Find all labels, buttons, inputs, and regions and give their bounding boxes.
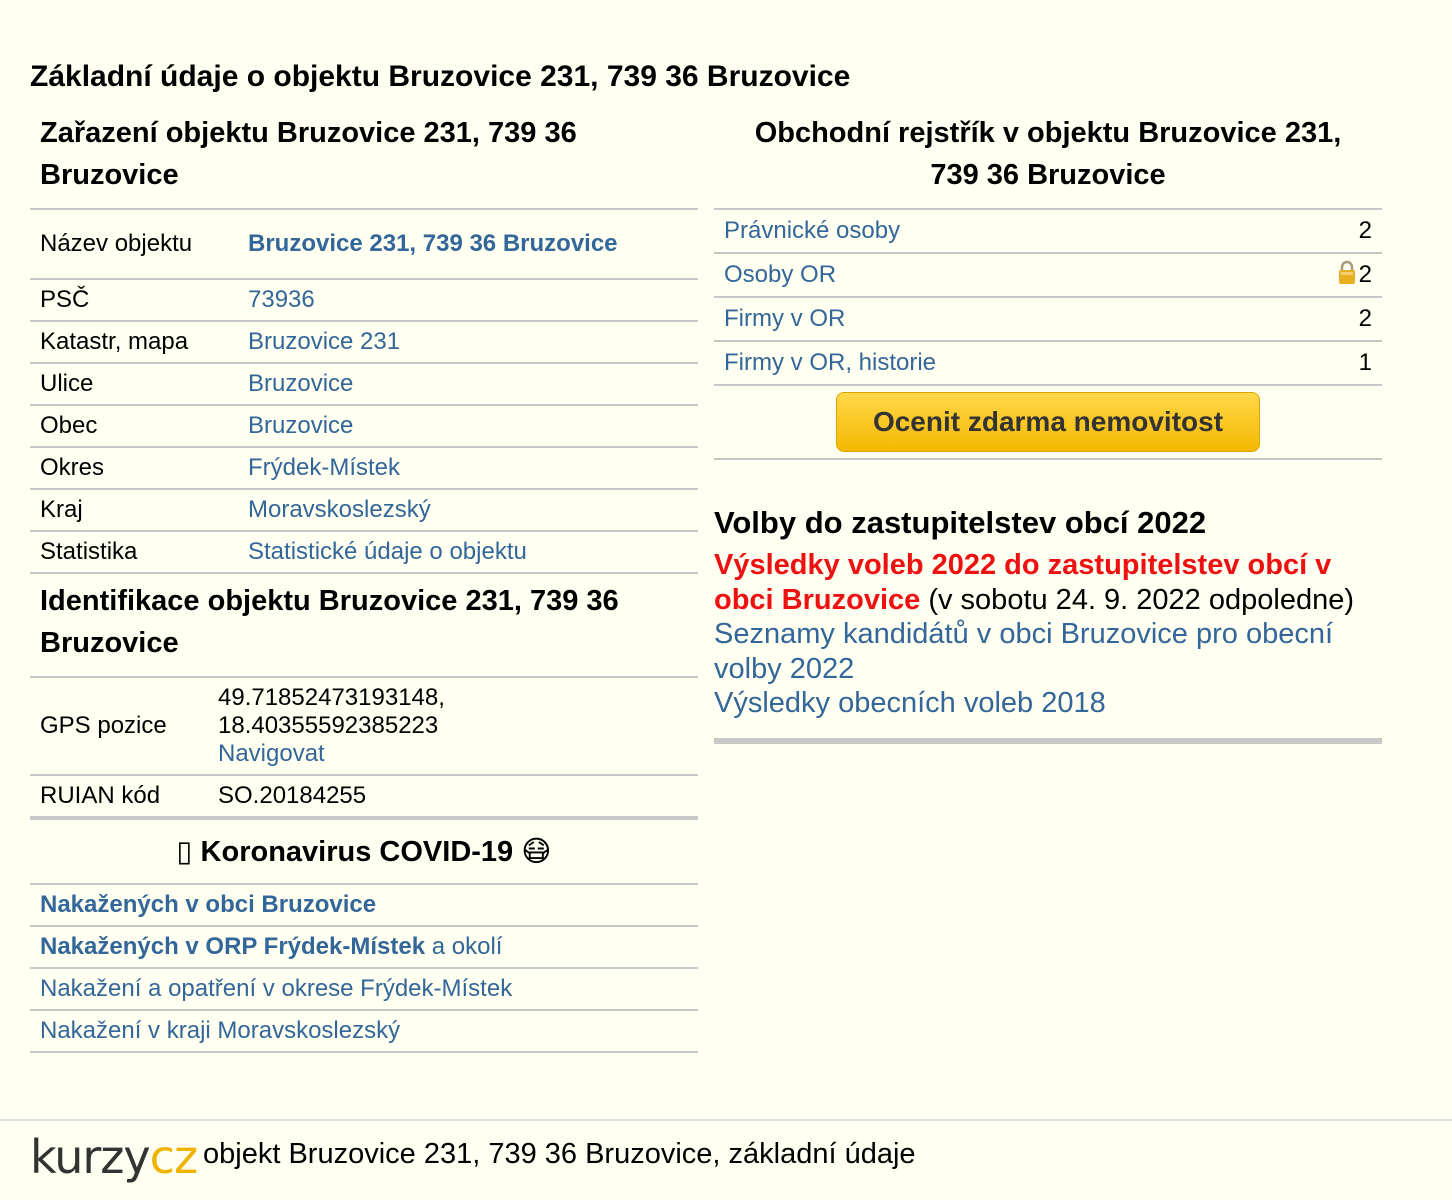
rejstrik-heading: Obchodní rejstřík v objektu Bruzovice 23… xyxy=(754,117,1342,191)
divider xyxy=(714,737,1382,744)
table-row: Firmy v OR, historie 1 xyxy=(714,340,1382,386)
psc-link[interactable]: 73936 xyxy=(248,286,315,313)
volby-section: Volby do zastupitelstev obcí 2022 Výsled… xyxy=(714,504,1382,744)
kraj-link[interactable]: Moravskoslezský xyxy=(248,496,431,523)
button-wrap: Ocenit zdarma nemovitost xyxy=(714,386,1382,460)
covid-heading-text: Koronavirus COVID-19 xyxy=(200,836,514,868)
row-key: Kraj xyxy=(30,488,238,531)
list-item: Nakažení v kraji Moravskoslezský xyxy=(30,1011,698,1053)
row-key: Okres xyxy=(30,446,238,489)
volby-result-paragraph: Výsledky voleb 2022 do zastupitelstev ob… xyxy=(714,548,1382,617)
covid-obec-link[interactable]: Nakažených v obci Bruzovice xyxy=(40,891,376,918)
volby-2018-paragraph: Výsledky obecních voleb 2018 xyxy=(714,686,1382,721)
row-count: 2 xyxy=(1282,296,1382,341)
covid-orp-suffix[interactable]: a okolí xyxy=(432,933,503,960)
table-row: Obec Bruzovice xyxy=(30,404,698,447)
osoby-or-link[interactable]: Osoby OR xyxy=(724,261,836,288)
gps-lat: 49.71852473193148, xyxy=(218,684,445,711)
covid-kraj-link[interactable]: Nakažení v kraji Moravskoslezský xyxy=(40,1017,400,1044)
table-row: Kraj Moravskoslezský xyxy=(30,488,698,531)
katastr-link[interactable]: Bruzovice 231 xyxy=(248,328,400,355)
row-key: Katastr, mapa xyxy=(30,320,238,363)
logo-part2: cz xyxy=(149,1130,198,1184)
row-key: Název objektu xyxy=(30,208,238,279)
identifikace-heading: Identifikace objektu Bruzovice 231, 739 … xyxy=(40,585,619,659)
row-count: 2 xyxy=(1358,260,1372,288)
logo-part1: kurzy xyxy=(30,1130,151,1184)
row-key: Obec xyxy=(30,404,238,447)
volby-candidates-paragraph: Seznamy kandidátů v obci Bruzovice pro o… xyxy=(714,617,1382,686)
ruian-value: SO.20184255 xyxy=(208,774,698,818)
table-row: GPS pozice 49.71852473193148, 18.4035559… xyxy=(30,676,698,775)
page-title: Základní údaje o objektu Bruzovice 231, … xyxy=(30,60,851,93)
row-key: Statistika xyxy=(30,530,238,574)
gps-label: GPS pozice xyxy=(30,676,208,775)
table-row: Osoby OR 2 xyxy=(714,252,1382,297)
object-name-link[interactable]: Bruzovice 231, 739 36 Bruzovice xyxy=(248,230,618,257)
row-count: 1 xyxy=(1282,340,1382,386)
volby-candidates-link[interactable]: Seznamy kandidátů v obci Bruzovice pro o… xyxy=(714,618,1333,685)
list-item: Nakažení a opatření v okrese Frýdek-Míst… xyxy=(30,969,698,1011)
table-row: RUIAN kód SO.20184255 xyxy=(30,774,698,818)
pravnicke-osoby-link[interactable]: Právnické osoby xyxy=(724,217,900,244)
face-mask-icon: 😷 xyxy=(521,834,552,868)
right-column: Obchodní rejstřík v objektu Bruzovice 23… xyxy=(714,112,1382,744)
navigate-link[interactable]: Navigovat xyxy=(218,740,325,767)
firmy-or-historie-link[interactable]: Firmy v OR, historie xyxy=(724,349,936,376)
covid-heading: ▯ Koronavirus COVID-19 😷 xyxy=(30,818,698,885)
table-row: PSČ 73936 xyxy=(30,278,698,321)
covid-orp-link[interactable]: Nakažených v ORP Frýdek-Místek xyxy=(40,933,425,960)
firmy-or-link[interactable]: Firmy v OR xyxy=(724,305,845,332)
left-column: Zařazení objektu Bruzovice 231, 739 36 B… xyxy=(30,112,698,1053)
table-row: Název objektu Bruzovice 231, 739 36 Bruz… xyxy=(30,208,698,279)
okres-link[interactable]: Frýdek-Místek xyxy=(248,454,400,481)
table-row: Právnické osoby 2 xyxy=(714,208,1382,253)
row-count: 2 xyxy=(1282,208,1382,253)
covid-okres-link[interactable]: Nakažení a opatření v okrese Frýdek-Míst… xyxy=(40,975,512,1002)
row-key: PSČ xyxy=(30,278,238,321)
kurzy-logo[interactable]: kurzycz xyxy=(30,1129,198,1185)
box-glyph-icon: ▯ xyxy=(176,836,193,868)
gps-lon: 18.40355592385223 xyxy=(218,712,439,739)
table-row: Firmy v OR 2 xyxy=(714,296,1382,341)
footer: kurzycz objekt Bruzovice 231, 739 36 Bru… xyxy=(0,1119,1452,1200)
footer-text: objekt Bruzovice 231, 739 36 Bruzovice, … xyxy=(203,1138,916,1170)
table-row: Ulice Bruzovice xyxy=(30,362,698,405)
volby-2018-results-link[interactable]: Výsledky obecních voleb 2018 xyxy=(714,687,1106,719)
ulice-link[interactable]: Bruzovice xyxy=(248,370,353,397)
obec-link[interactable]: Bruzovice xyxy=(248,412,353,439)
lock-icon xyxy=(1337,259,1357,292)
ruian-label: RUIAN kód xyxy=(30,774,208,818)
table-row: Statistika Statistické údaje o objektu xyxy=(30,530,698,574)
zarazeni-table: Název objektu Bruzovice 231, 739 36 Bruz… xyxy=(30,208,698,574)
volby-result-note: (v sobotu 24. 9. 2022 odpoledne) xyxy=(928,583,1354,616)
volby-heading: Volby do zastupitelstev obcí 2022 xyxy=(714,505,1207,540)
row-key: Ulice xyxy=(30,362,238,405)
statistika-link[interactable]: Statistické údaje o objektu xyxy=(248,538,527,565)
identifikace-table: GPS pozice 49.71852473193148, 18.4035559… xyxy=(30,676,698,818)
list-item: Nakažených v obci Bruzovice xyxy=(30,885,698,927)
rejstrik-table: Právnické osoby 2 Osoby OR 2 Firmy v OR … xyxy=(714,208,1382,386)
table-row: Okres Frýdek-Místek xyxy=(30,446,698,489)
zarazeni-heading: Zařazení objektu Bruzovice 231, 739 36 B… xyxy=(40,117,577,191)
ocenit-button[interactable]: Ocenit zdarma nemovitost xyxy=(836,392,1260,452)
table-row: Katastr, mapa Bruzovice 231 xyxy=(30,320,698,363)
list-item: Nakažených v ORP Frýdek-Místek a okolí xyxy=(30,927,698,969)
